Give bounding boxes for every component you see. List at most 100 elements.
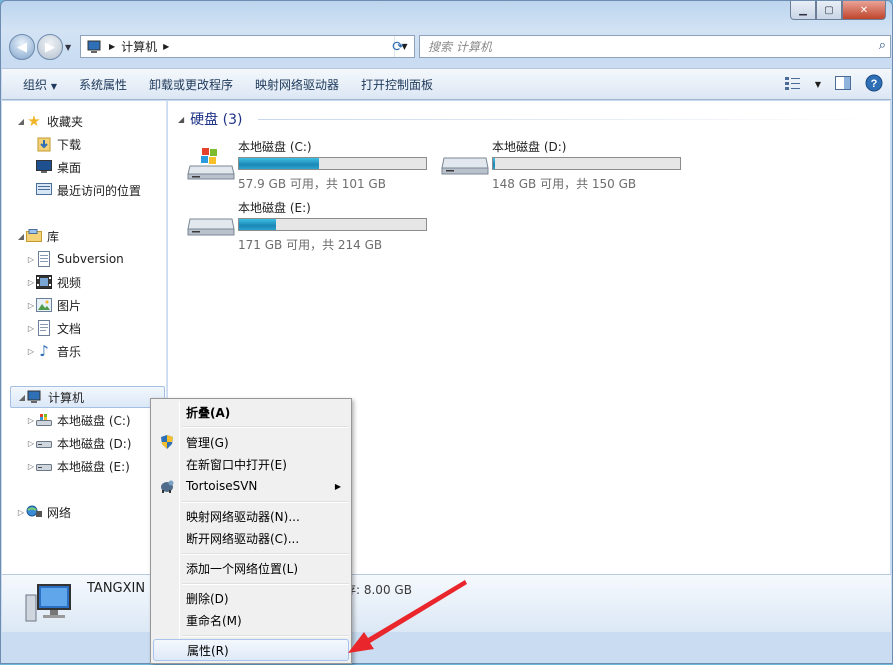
tree-libraries[interactable]: ◢ 库 — [16, 225, 59, 247]
expand-arrow-icon[interactable]: ◢ — [16, 117, 26, 126]
address-bar[interactable]: ▶ 计算机 ▶ ▼ — [80, 35, 415, 58]
search-icon[interactable]: ⌕ — [879, 38, 886, 53]
tree-documents[interactable]: ▷ 文档 — [26, 317, 81, 339]
menu-item-open-new-window[interactable]: 在新窗口中打开(E) — [153, 453, 349, 475]
change-view-button[interactable] — [784, 76, 801, 93]
breadcrumb-chevron-icon[interactable]: ▶ — [163, 42, 169, 51]
star-icon: ★ — [27, 112, 41, 130]
close-button[interactable]: ✕ — [842, 1, 886, 20]
drive-name: 本地磁盘 (E:) — [238, 201, 311, 215]
windows-drive-icon — [36, 412, 52, 428]
drive-free-space: 148 GB 可用，共 150 GB — [492, 177, 637, 191]
menu-label: 管理(G) — [186, 435, 229, 450]
menu-item-properties[interactable]: 属性(R) — [153, 639, 349, 661]
tree-label: 本地磁盘 (C:) — [57, 413, 131, 428]
collapsed-arrow-icon[interactable]: ▷ — [26, 301, 36, 310]
collapsed-arrow-icon[interactable]: ▷ — [16, 508, 26, 517]
tree-favorites[interactable]: ◢ ★ 收藏夹 — [16, 110, 83, 132]
menu-item-map-drive[interactable]: 映射网络驱动器(N)... — [153, 505, 349, 527]
tree-network[interactable]: ▷ 网络 — [16, 501, 71, 523]
drive-tile-d[interactable]: 本地磁盘 (D:) 148 GB 可用，共 150 GB — [440, 138, 690, 198]
desktop-icon — [36, 159, 52, 175]
menu-label: 添加一个网络位置(L) — [186, 561, 299, 576]
tree-music[interactable]: ▷ ♪ 音乐 — [26, 340, 81, 362]
collapsed-arrow-icon[interactable]: ▷ — [26, 255, 36, 264]
map-network-drive-button[interactable]: 映射网络驱动器 — [244, 76, 350, 93]
breadcrumb-computer[interactable]: 计算机 — [121, 38, 157, 55]
library-icon — [26, 228, 42, 244]
maximize-button[interactable]: ▢ — [816, 1, 842, 20]
tree-label: 视频 — [57, 275, 82, 290]
menu-item-disconnect-drive[interactable]: 断开网络驱动器(C)... — [153, 527, 349, 549]
recent-pages-dropdown[interactable]: ▼ — [65, 43, 77, 52]
back-button[interactable]: ◀ — [9, 34, 35, 60]
refresh-button[interactable]: ⟳ — [387, 35, 409, 58]
collapsed-arrow-icon[interactable]: ▷ — [26, 324, 36, 333]
drive-tile-c[interactable]: 本地磁盘 (C:) 57.9 GB 可用，共 101 GB — [186, 138, 436, 198]
drive-tile-e[interactable]: 本地磁盘 (E:) 171 GB 可用，共 214 GB — [186, 199, 436, 259]
caption-buttons: ▁ ▢ ✕ — [790, 1, 886, 20]
computer-icon — [27, 389, 43, 405]
tree-label: 下载 — [57, 137, 82, 152]
help-icon: ? — [865, 74, 883, 92]
tree-drive-c[interactable]: ▷ 本地磁盘 (C:) — [26, 409, 131, 431]
uac-shield-icon — [159, 434, 175, 450]
menu-item-tortoisesvn[interactable]: TortoiseSVN ▶ — [153, 475, 349, 497]
menu-label: 在新窗口中打开(E) — [186, 457, 287, 472]
svg-text:?: ? — [871, 78, 878, 90]
tree-drive-e[interactable]: ▷ 本地磁盘 (E:) — [26, 455, 130, 477]
menu-separator — [182, 583, 349, 585]
menu-item-delete[interactable]: 删除(D) — [153, 587, 349, 609]
maximize-icon: ▢ — [824, 4, 834, 16]
preview-pane-icon — [835, 76, 851, 90]
tree-label: 计算机 — [48, 390, 85, 405]
view-dropdown-icon[interactable]: ▼ — [815, 80, 821, 89]
forward-button[interactable]: ▶ — [37, 34, 63, 60]
explorer-window: ▁ ▢ ✕ ◀ ▶ ▼ ▶ 计算机 ▶ ▼ ⟳ 搜索 计算机 ⌕ 组织 ▼ 系统… — [0, 0, 893, 664]
menu-item-manage[interactable]: 管理(G) — [153, 431, 349, 453]
tree-drive-d[interactable]: ▷ 本地磁盘 (D:) — [26, 432, 132, 454]
command-bar: 组织 ▼ 系统属性 卸载或更改程序 映射网络驱动器 打开控制面板 ▼ ? — [2, 68, 891, 100]
collapsed-arrow-icon[interactable]: ▷ — [26, 347, 36, 356]
system-properties-button[interactable]: 系统属性 — [68, 76, 138, 93]
tree-subversion[interactable]: ▷ Subversion — [26, 248, 124, 270]
preview-pane-button[interactable] — [835, 76, 851, 93]
open-control-panel-button[interactable]: 打开控制面板 — [350, 76, 444, 93]
menu-item-add-network-location[interactable]: 添加一个网络位置(L) — [153, 557, 349, 579]
tree-label: 收藏夹 — [47, 114, 84, 129]
collapsed-arrow-icon[interactable]: ▷ — [26, 416, 36, 425]
hard-drives-group-header[interactable]: ◢ 硬盘 (3) — [178, 109, 878, 129]
tree-downloads[interactable]: 下载 — [26, 133, 81, 155]
breadcrumb-separator-icon[interactable]: ▶ — [109, 42, 115, 51]
menu-label: 删除(D) — [186, 591, 229, 606]
submenu-arrow-icon: ▶ — [334, 481, 341, 491]
context-menu: 折叠(A) 管理(G) 在新窗口中打开(E) TortoiseSVN ▶ 映射网… — [150, 398, 352, 664]
minimize-button[interactable]: ▁ — [790, 1, 816, 20]
tree-pictures[interactable]: ▷ 图片 — [26, 294, 81, 316]
help-button[interactable]: ? — [865, 74, 883, 95]
organize-menu[interactable]: 组织 ▼ — [12, 76, 68, 93]
tree-label: 网络 — [47, 505, 72, 520]
collapsed-arrow-icon[interactable]: ▷ — [26, 278, 36, 287]
collapse-group-icon[interactable]: ◢ — [178, 115, 184, 124]
expand-arrow-icon[interactable]: ◢ — [17, 393, 27, 402]
menu-item-rename[interactable]: 重命名(M) — [153, 609, 349, 631]
tree-videos[interactable]: ▷ 视频 — [26, 271, 81, 293]
recent-places-icon — [36, 182, 52, 198]
uninstall-program-button[interactable]: 卸载或更改程序 — [138, 76, 244, 93]
search-input[interactable]: 搜索 计算机 ⌕ — [419, 35, 891, 58]
group-title: 硬盘 (3) — [190, 112, 243, 128]
menu-separator — [182, 553, 349, 555]
menu-item-collapse[interactable]: 折叠(A) — [153, 401, 349, 423]
tree-recent-places[interactable]: 最近访问的位置 — [26, 179, 141, 201]
tree-desktop[interactable]: 桌面 — [26, 156, 81, 178]
menu-separator — [182, 635, 349, 637]
document-library-icon — [36, 251, 52, 267]
red-arrow-icon — [348, 580, 467, 653]
search-placeholder: 搜索 计算机 — [428, 40, 492, 54]
music-note-icon: ♪ — [39, 342, 49, 360]
tree-computer[interactable]: ◢ 计算机 — [10, 386, 165, 408]
collapsed-arrow-icon[interactable]: ▷ — [26, 462, 36, 471]
expand-arrow-icon[interactable]: ◢ — [16, 232, 26, 241]
collapsed-arrow-icon[interactable]: ▷ — [26, 439, 36, 448]
